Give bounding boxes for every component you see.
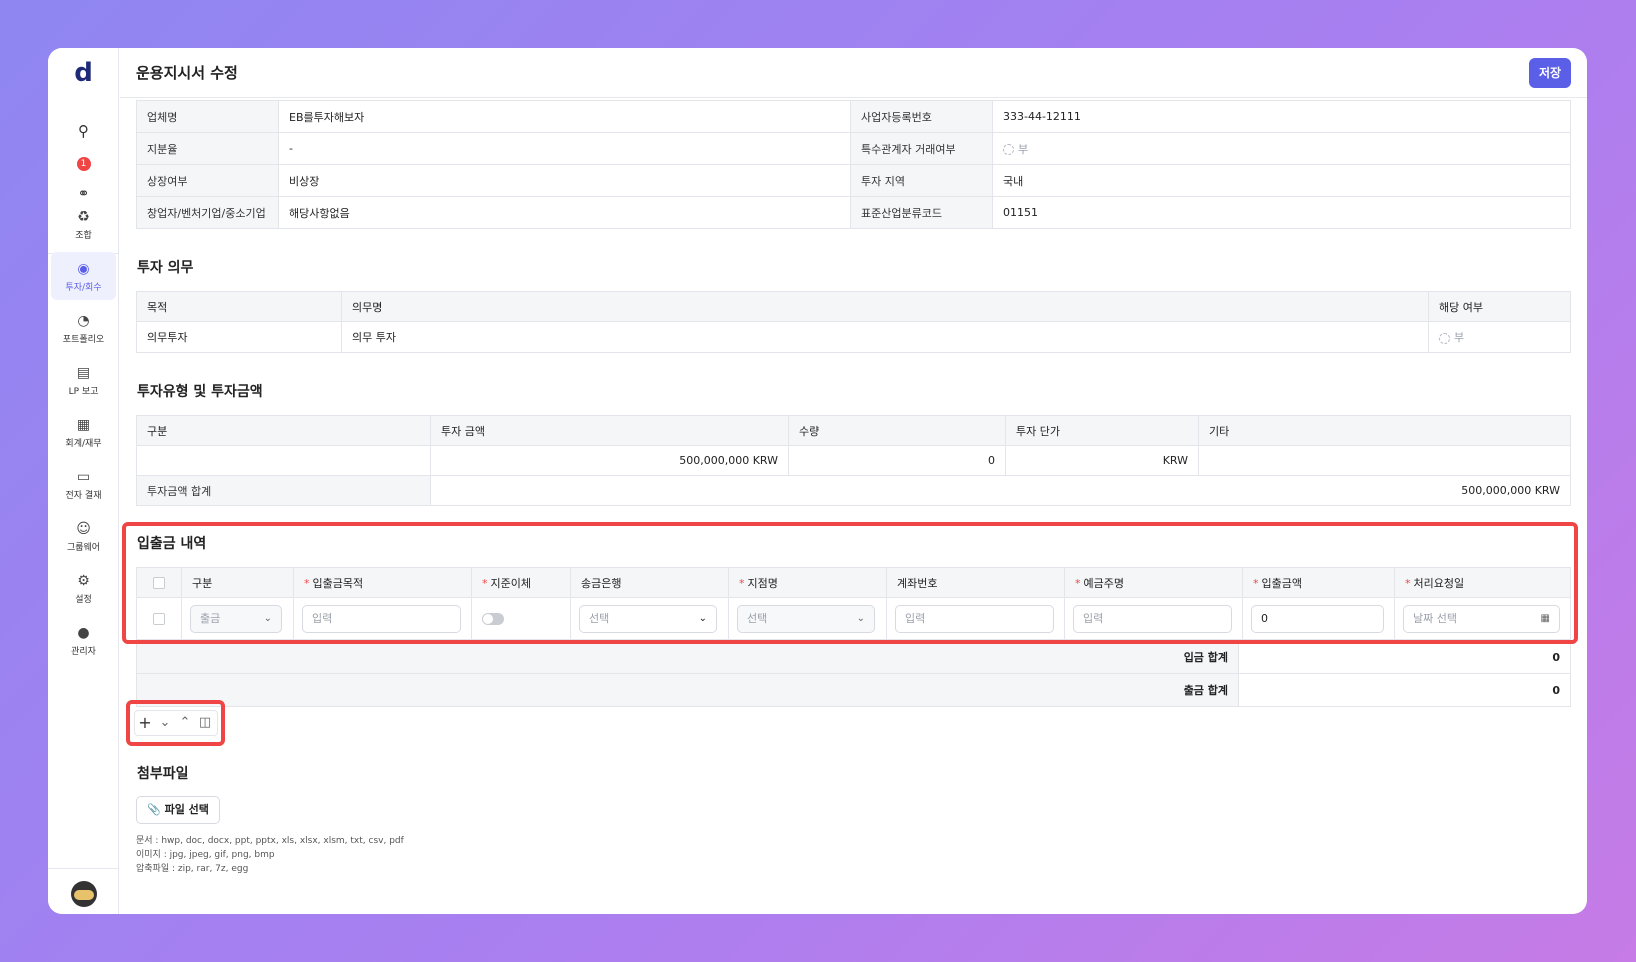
cell-obligation-name: 의무 투자	[341, 321, 1429, 353]
paperclip-icon: 📎	[147, 803, 161, 816]
value-industry-code: 01151	[992, 196, 1571, 229]
value-investment-total: 500,000,000 KRW	[430, 475, 1571, 506]
table-row: 의무투자 의무 투자 부	[136, 321, 1571, 353]
col-quantity: 수량	[788, 415, 1006, 446]
cell-category	[136, 445, 431, 476]
label-company-name: 업체명	[136, 100, 279, 133]
cell-quantity: 0	[788, 445, 1006, 476]
coins-icon: ◉	[77, 261, 90, 277]
cell-unit-price: KRW	[1005, 445, 1199, 476]
company-info-table: 업체명 EB를투자해보자 사업자등록번호 333-44-12111 지분율 - …	[136, 100, 1571, 229]
cell-amount: 500,000,000 KRW	[430, 445, 789, 476]
sidebar-divider	[48, 868, 119, 869]
investment-table: 구분 투자 금액 수량 투자 단가 기타 500,000,000 KRW 0 K…	[136, 415, 1571, 506]
sidebar-item-portfolio[interactable]: ◔ 포트폴리오	[51, 304, 116, 352]
settings-icon: ⚙	[77, 573, 90, 589]
highlight-toolbar	[126, 700, 225, 746]
col-unit-price: 투자 단가	[1005, 415, 1199, 446]
deposit-totals: 입금 합계 0 출금 합계 0	[136, 640, 1571, 707]
table-row: 지분율 - 특수관계자 거래여부 부	[136, 132, 1571, 165]
table-row: 상장여부 비상장 투자 지역 국내	[136, 164, 1571, 197]
value-share-ratio: -	[278, 132, 851, 165]
table-row: 500,000,000 KRW 0 KRW	[136, 445, 1571, 476]
value-region: 국내	[992, 164, 1571, 197]
app-logo[interactable]: d	[48, 58, 119, 88]
admin-icon: ●	[77, 625, 90, 641]
table-row: 출금 합계 0	[136, 673, 1571, 707]
finance-doc-icon: ▦	[76, 417, 91, 433]
radio-icon	[1439, 332, 1450, 344]
cell-etc	[1198, 445, 1571, 476]
investment-title: 투자유형 및 투자금액	[137, 384, 263, 400]
cell-purpose: 의무투자	[136, 321, 342, 353]
label-withdraw-total: 출금 합계	[136, 673, 1239, 707]
table-header-row: 구분 투자 금액 수량 투자 단가 기타	[136, 415, 1571, 446]
col-obligation-name: 의무명	[341, 291, 1429, 322]
col-purpose: 목적	[136, 291, 342, 322]
label-related-party: 특수관계자 거래여부	[850, 132, 993, 165]
sidebar-item-settings[interactable]: ⚙ 설정	[51, 564, 116, 612]
file-select-button[interactable]: 📎 파일 선택	[136, 796, 220, 824]
value-company-name: EB를투자해보자	[278, 100, 851, 133]
report-icon: ▤	[76, 365, 91, 381]
sidebar-item-accounting[interactable]: ▦ 회계/재무	[51, 408, 116, 456]
label-listing: 상장여부	[136, 164, 279, 197]
image-extensions: 이미지 : jpg, jpeg, gif, png, bmp	[136, 850, 275, 860]
value-listing: 비상장	[278, 164, 851, 197]
col-amount: 투자 금액	[430, 415, 789, 446]
label-investment-total: 투자금액 합계	[136, 475, 431, 506]
value-biz-reg-no: 333-44-12111	[992, 100, 1571, 133]
table-row: 투자금액 합계 500,000,000 KRW	[136, 475, 1571, 506]
label-venture-type: 창업자/벤처기업/중소기업	[136, 196, 279, 229]
col-applicable: 해당 여부	[1428, 291, 1571, 322]
pie-chart-icon: ◔	[77, 313, 90, 329]
table-row: 업체명 EB를투자해보자 사업자등록번호 333-44-12111	[136, 100, 1571, 133]
cell-applicable: 부	[1428, 321, 1571, 353]
label-industry-code: 표준산업분류코드	[850, 196, 993, 229]
value-venture-type: 해당사항없음	[278, 196, 851, 229]
obligation-table: 목적 의무명 해당 여부 의무투자 의무 투자 부	[136, 291, 1571, 353]
sidebar-item-approval[interactable]: ▭ 전자 결재	[51, 460, 116, 508]
sidebar-item-investment[interactable]: ◉ 투자/회수	[51, 252, 116, 300]
notification-badge[interactable]: 1	[48, 156, 119, 171]
search-icon[interactable]: ⚲	[48, 122, 119, 140]
label-region: 투자 지역	[850, 164, 993, 197]
inbox-icon: ▭	[76, 469, 91, 485]
avatar[interactable]	[71, 881, 97, 907]
value-deposit-total: 0	[1238, 640, 1571, 674]
sidebar: d ⚲ 1 ⚭ ♻ 조합 ◉ 투자/회수 ◔ 포트폴리오 ▤ LP 보고 ▦ 회계/재무 …	[48, 48, 119, 914]
label-biz-reg-no: 사업자등록번호	[850, 100, 993, 133]
doc-extensions: 문서 : hwp, doc, docx, ppt, pptx, xls, xls…	[136, 836, 404, 846]
sidebar-item-lp-report[interactable]: ▤ LP 보고	[51, 356, 116, 404]
sidebar-item-fund[interactable]: ♻ 조합	[51, 200, 116, 248]
value-withdraw-total: 0	[1238, 673, 1571, 707]
archive-extensions: 압축파일 : zip, rar, 7z, egg	[136, 864, 249, 874]
users-icon: ☺	[76, 521, 91, 537]
page-header: 운용지시서 수정 저장	[120, 48, 1587, 98]
obligation-title: 투자 의무	[137, 260, 194, 276]
highlight-deposits	[122, 522, 1578, 644]
col-category: 구분	[136, 415, 431, 446]
value-related-party: 부	[992, 132, 1571, 165]
sidebar-item-admin[interactable]: ● 관리자	[51, 616, 116, 664]
table-row: 입금 합계 0	[136, 640, 1571, 674]
table-row: 창업자/벤처기업/중소기업 해당사항없음 표준산업분류코드 01151	[136, 196, 1571, 229]
recycle-icon: ♻	[77, 209, 90, 225]
sidebar-item-groupware[interactable]: ☺ 그룹웨어	[51, 512, 116, 560]
page-title: 운용지시서 수정	[136, 64, 238, 82]
attachments-title: 첨부파일	[137, 766, 189, 782]
label-deposit-total: 입금 합계	[136, 640, 1239, 674]
label-share-ratio: 지분율	[136, 132, 279, 165]
col-etc: 기타	[1198, 415, 1571, 446]
save-button[interactable]: 저장	[1529, 58, 1571, 88]
table-header-row: 목적 의무명 해당 여부	[136, 291, 1571, 322]
radio-icon	[1003, 144, 1014, 155]
